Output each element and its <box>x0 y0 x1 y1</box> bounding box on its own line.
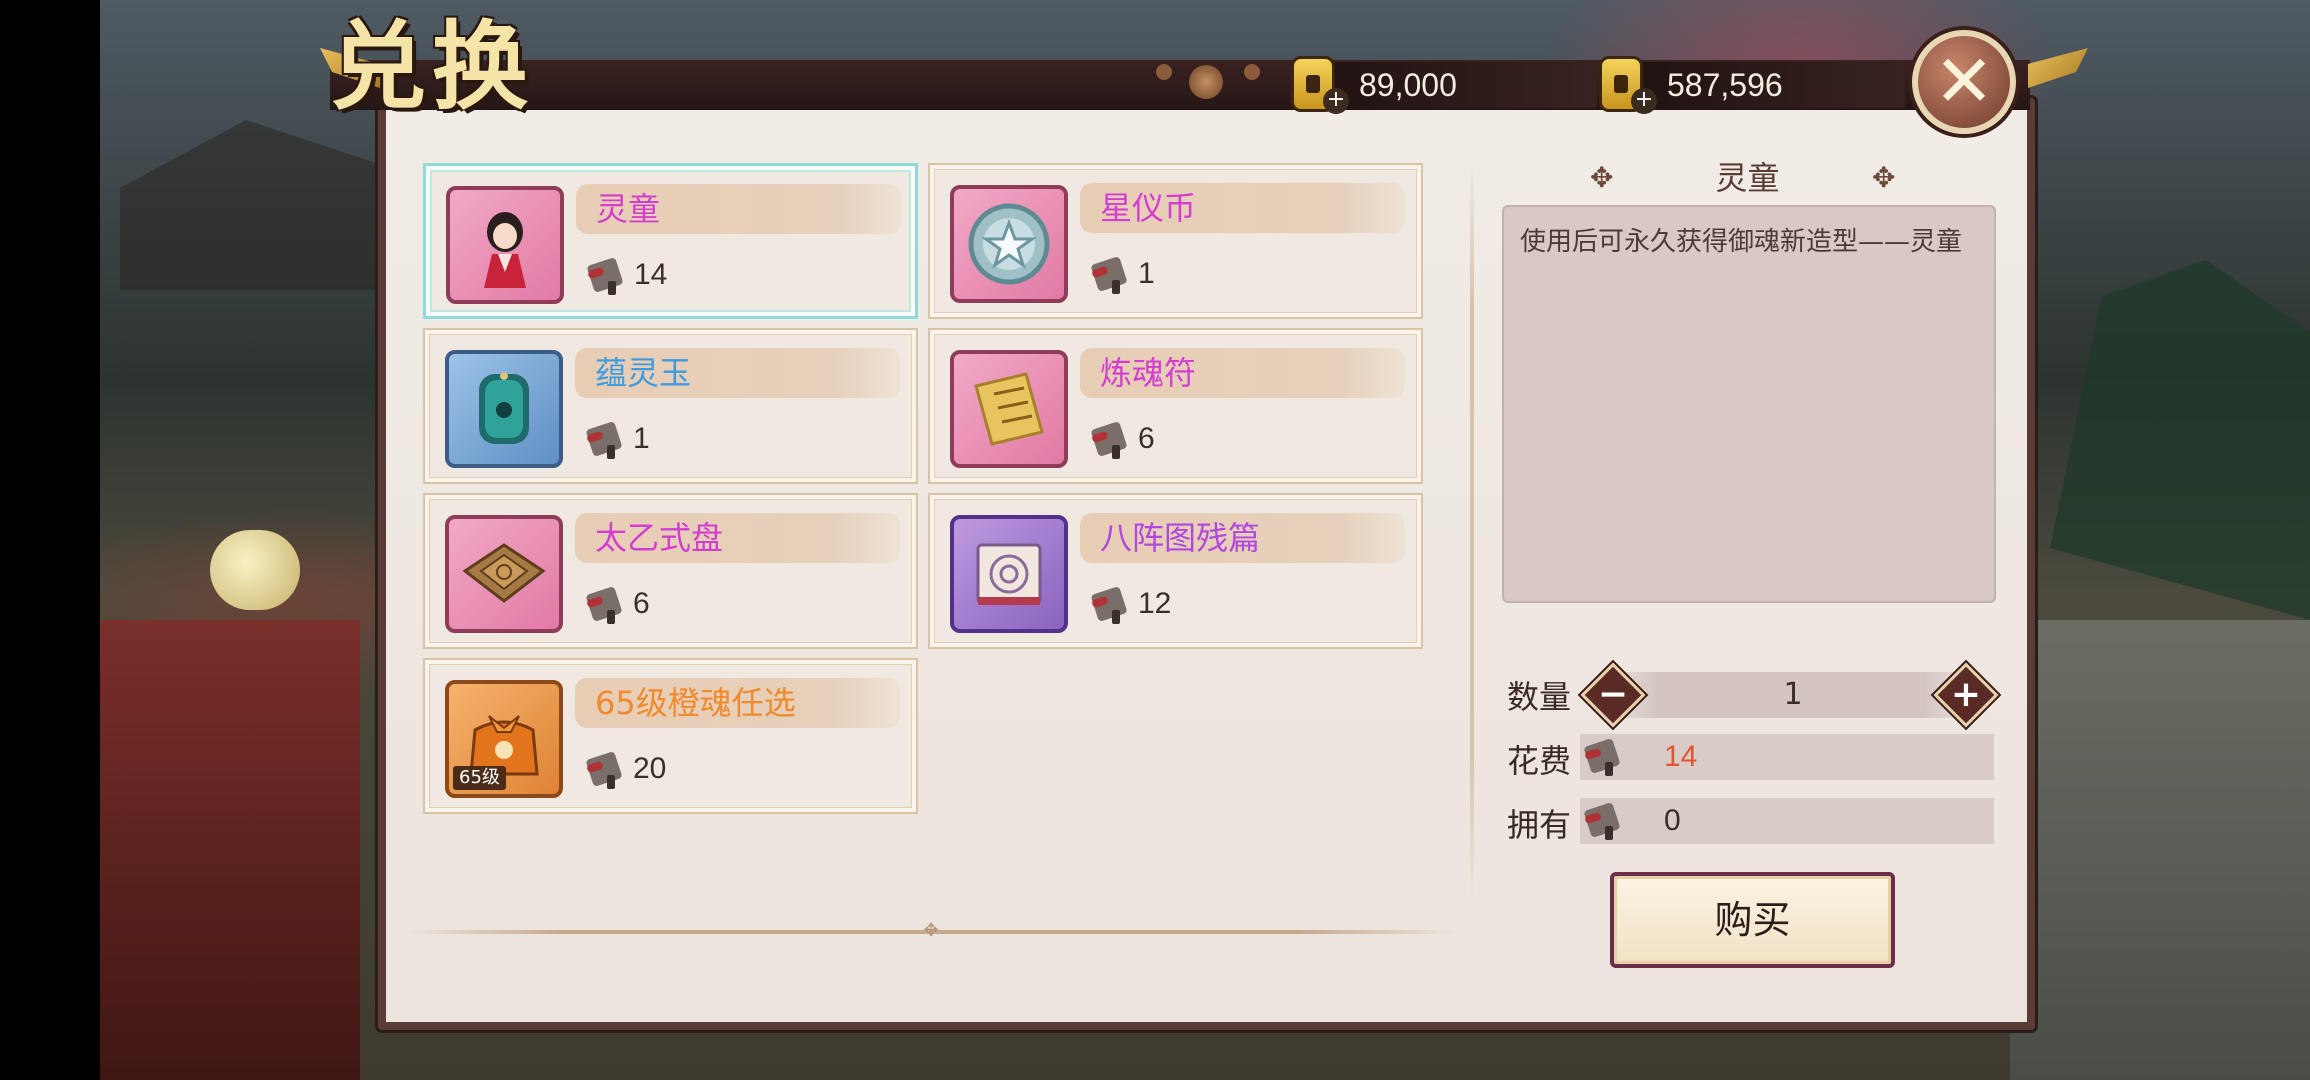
plus-icon[interactable]: + <box>1939 668 1993 722</box>
talisman-icon <box>950 350 1068 468</box>
scroll-ticket-icon <box>586 255 630 295</box>
item-price: 6 <box>585 581 650 627</box>
item-price-value: 14 <box>634 258 668 291</box>
item-name-bar: 蕴灵玉 <box>575 348 900 398</box>
column-separator <box>1470 160 1474 900</box>
owned-bar <box>1580 798 1994 844</box>
buy-button[interactable]: 购买 <box>1610 872 1895 968</box>
girl-icon <box>446 186 564 304</box>
cost-label: 花费 <box>1507 742 1572 780</box>
add-currency-icon[interactable]: + <box>1323 88 1349 114</box>
add-currency-icon[interactable]: + <box>1631 88 1657 114</box>
item-name: 炼魂符 <box>1100 354 1197 392</box>
star-coin-icon <box>950 185 1068 303</box>
item-price: 6 <box>1090 416 1155 462</box>
item-price-value: 6 <box>633 587 650 620</box>
currency-gold-coin[interactable]: + 587,596 <box>1599 56 1905 114</box>
title-ornament-icon: ✥ <box>1872 161 1896 194</box>
scroll-ticket-icon <box>1090 584 1134 624</box>
bag-icon: 65级 <box>445 680 563 798</box>
divination-board-icon <box>445 515 563 633</box>
item-price: 1 <box>1090 251 1155 297</box>
item-name: 星仪币 <box>1100 189 1197 227</box>
scroll-ticket-icon <box>585 749 629 789</box>
scroll-ticket-icon <box>1583 800 1627 840</box>
left-letterbox <box>0 0 100 1080</box>
detail-title: 灵童 <box>1715 159 1780 197</box>
quantity-value: 1 <box>1783 677 1803 712</box>
header-dot-ornament <box>1156 64 1172 80</box>
close-button[interactable]: ✕ <box>1912 30 2016 134</box>
item-name: 蕴灵玉 <box>595 354 692 392</box>
item-name-bar: 太乙式盘 <box>575 513 900 563</box>
minus-icon[interactable]: − <box>1586 668 1640 722</box>
header-medallion-ornament <box>1189 65 1223 99</box>
item-name: 太乙式盘 <box>595 519 724 557</box>
header-dot-ornament <box>1244 64 1260 80</box>
item-name-bar: 65级橙魂任选 <box>575 678 900 728</box>
level-tag: 65级 <box>453 766 506 790</box>
item-price-value: 6 <box>1138 422 1155 455</box>
scroll-ticket-icon <box>1583 736 1627 776</box>
currency-jade-coin[interactable]: + 89,000 <box>1291 56 1597 114</box>
scroll-ticket-icon <box>585 419 629 459</box>
shop-item-xingyibi[interactable]: 星仪币 1 <box>928 163 1423 319</box>
item-name-bar: 灵童 <box>576 184 901 234</box>
shop-item-lingtong[interactable]: 灵童 14 <box>423 163 918 319</box>
shop-item-bazhentu[interactable]: 八阵图残篇 12 <box>928 493 1423 649</box>
item-price: 1 <box>585 416 650 462</box>
item-name: 八阵图残篇 <box>1100 519 1261 557</box>
background-lantern <box>210 530 300 610</box>
item-name: 灵童 <box>596 190 661 228</box>
owned-label: 拥有 <box>1507 806 1572 844</box>
quantity-label: 数量 <box>1507 678 1572 716</box>
scroll-ticket-icon <box>585 584 629 624</box>
item-name-bar: 八阵图残篇 <box>1080 513 1405 563</box>
item-price: 20 <box>585 746 666 792</box>
detail-description: 使用后可永久获得御魂新造型——灵童 <box>1520 227 1963 257</box>
page-title: 兑换 <box>330 10 534 123</box>
owned-value: 0 <box>1664 804 1681 837</box>
currency-amount: 89,000 <box>1359 67 1457 103</box>
item-price: 12 <box>1090 581 1171 627</box>
background-terrace <box>2010 620 2310 1080</box>
item-name-bar: 星仪币 <box>1080 183 1405 233</box>
scroll-ticket-icon <box>1090 419 1134 459</box>
item-name: 65级橙魂任选 <box>595 684 796 722</box>
item-price: 14 <box>586 252 667 298</box>
scroll-map-icon <box>950 515 1068 633</box>
jade-icon <box>445 350 563 468</box>
cost-value: 14 <box>1664 740 1698 773</box>
divider-ornament: ✥ <box>923 920 939 941</box>
detail-description-box: 使用后可永久获得御魂新造型——灵童 <box>1502 205 1996 603</box>
item-name-bar: 炼魂符 <box>1080 348 1405 398</box>
item-price-value: 1 <box>633 422 650 455</box>
shop-item-lianhunfu[interactable]: 炼魂符 6 <box>928 328 1423 484</box>
currency-amount: 587,596 <box>1667 67 1783 103</box>
shop-item-yunlingyu[interactable]: 蕴灵玉 1 <box>423 328 918 484</box>
cost-bar <box>1580 734 1994 780</box>
item-price-value: 12 <box>1138 587 1172 620</box>
shop-item-taiyishipan[interactable]: 太乙式盘 6 <box>423 493 918 649</box>
item-price-value: 20 <box>633 752 667 785</box>
item-price-value: 1 <box>1138 257 1155 290</box>
shop-item-orange-soul-select[interactable]: 65级 65级橙魂任选 20 <box>423 658 918 814</box>
background-torii-post <box>100 620 360 1080</box>
scroll-ticket-icon <box>1090 254 1134 294</box>
